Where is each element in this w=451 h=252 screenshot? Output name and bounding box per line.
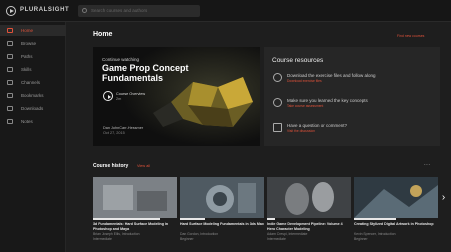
course-author: Brian Joseph Ellis, Introduction bbox=[93, 232, 140, 236]
sidebar-item-label: Paths bbox=[21, 54, 33, 59]
resource-link[interactable]: Download exercise files bbox=[287, 79, 322, 83]
sidebar-item-label: Channels bbox=[21, 80, 41, 85]
sidebar-item-downloads[interactable]: Downloads bbox=[0, 103, 66, 114]
course-level: Beginner bbox=[180, 237, 194, 241]
sidebar-item-label: Browse bbox=[21, 41, 37, 46]
notes-icon bbox=[7, 119, 13, 124]
course-title: Hard Surface Modeling Fundamentals in 3d… bbox=[180, 222, 264, 226]
resource-text: Have a question or comment? bbox=[287, 123, 348, 128]
carousel-next-icon[interactable]: › bbox=[438, 190, 449, 205]
page-title: Home bbox=[93, 31, 113, 38]
resource-link[interactable]: Visit the discussion bbox=[287, 129, 315, 133]
course-thumbnail bbox=[93, 177, 177, 218]
course-title: Indie Game Development Pipeline: Volume … bbox=[267, 222, 343, 231]
course-level: Intermediate bbox=[93, 237, 112, 241]
course-title: 3d Fundamentals: Hard Surface Modeling i… bbox=[93, 222, 169, 231]
progress-bar bbox=[267, 218, 276, 220]
home-icon bbox=[7, 28, 13, 33]
sidebar-item-label: Notes bbox=[21, 119, 33, 124]
sidebar-item-bookmarks[interactable]: Bookmarks bbox=[0, 90, 66, 101]
brand-name[interactable]: PLURALSIGHT bbox=[20, 7, 69, 13]
sidebar-item-browse[interactable]: Browse bbox=[0, 38, 66, 49]
course-card[interactable]: Creating Stylized Digital Artwork in Pho… bbox=[354, 177, 438, 247]
course-level: Intermediate bbox=[267, 237, 286, 241]
pluralsight-logo-icon[interactable] bbox=[6, 6, 16, 16]
progress-bar bbox=[354, 218, 396, 220]
course-history-title: Course history bbox=[93, 163, 129, 169]
sidebar-item-label: Downloads bbox=[21, 106, 44, 111]
sidebar-item-notes[interactable]: Notes bbox=[0, 116, 66, 127]
browse-icon bbox=[7, 41, 13, 46]
download-icon bbox=[7, 106, 13, 111]
check-circle-icon bbox=[273, 98, 282, 107]
sidebar: Home Browse Paths Skills Channels Bookma… bbox=[0, 22, 66, 252]
search-placeholder: Search courses and authors bbox=[91, 8, 148, 13]
course-author: Adam Crespi, Intermediate bbox=[267, 232, 308, 236]
resource-item[interactable]: Have a question or comment? Visit the di… bbox=[270, 121, 434, 141]
sidebar-item-home[interactable]: Home bbox=[0, 25, 66, 36]
sidebar-item-label: Bookmarks bbox=[21, 93, 44, 98]
channels-icon bbox=[7, 80, 13, 85]
find-courses-link[interactable]: Find new courses bbox=[397, 34, 424, 38]
comment-icon bbox=[273, 123, 282, 132]
course-card[interactable]: Indie Game Development Pipeline: Volume … bbox=[267, 177, 351, 247]
hero-date: Oct 27, 2015 bbox=[103, 131, 125, 135]
sidebar-item-paths[interactable]: Paths bbox=[0, 51, 66, 62]
hero-course-title: Game Prop Concept Fundamentals bbox=[102, 63, 189, 83]
course-title: Creating Stylized Digital Artwork in Pho… bbox=[354, 222, 434, 226]
top-bar: PLURALSIGHT Search courses and authors bbox=[0, 0, 451, 22]
progress-bar bbox=[93, 218, 161, 220]
resources-title: Course resources bbox=[272, 57, 324, 64]
play-icon[interactable] bbox=[103, 91, 113, 101]
more-options-icon[interactable]: ... bbox=[424, 161, 431, 167]
course-thumbnail bbox=[180, 177, 264, 218]
course-thumbnail bbox=[354, 177, 438, 218]
bookmark-icon bbox=[7, 93, 13, 98]
continue-watching-hero[interactable]: Continue watching Game Prop Concept Fund… bbox=[93, 47, 260, 146]
resource-item[interactable]: Make sure you learned the key concepts T… bbox=[270, 96, 434, 116]
hero-subtitle: Continue watching bbox=[102, 57, 140, 62]
sidebar-item-label: Home bbox=[21, 28, 34, 33]
search-icon bbox=[82, 8, 87, 13]
hero-module-length: 2m bbox=[116, 97, 122, 101]
sidebar-item-skills[interactable]: Skills bbox=[0, 64, 66, 75]
progress-bar bbox=[180, 218, 206, 220]
course-card[interactable]: 3d Fundamentals: Hard Surface Modeling i… bbox=[93, 177, 177, 247]
hero-module-name: Course Overview bbox=[116, 92, 146, 96]
resource-text: Download the exercise files and follow a… bbox=[287, 73, 376, 78]
course-thumbnail bbox=[267, 177, 351, 218]
course-level: Beginner bbox=[354, 237, 368, 241]
skills-icon bbox=[7, 67, 13, 72]
course-card[interactable]: Hard Surface Modeling Fundamentals in 3d… bbox=[180, 177, 264, 247]
paths-icon bbox=[7, 54, 13, 59]
sidebar-item-label: Skills bbox=[21, 67, 32, 72]
course-author: Dan Gordon, Introduction bbox=[180, 232, 219, 236]
resource-link[interactable]: Take course assessment bbox=[287, 104, 323, 108]
view-all-link[interactable]: View all bbox=[137, 164, 150, 168]
resource-item[interactable]: Download the exercise files and follow a… bbox=[270, 71, 434, 91]
sidebar-item-channels[interactable]: Channels bbox=[0, 77, 66, 88]
search-input[interactable]: Search courses and authors bbox=[78, 5, 200, 17]
download-icon bbox=[273, 73, 282, 82]
course-author: Kevin Spencer, Introduction bbox=[354, 232, 396, 236]
hero-author: Dan JohnCarr-Hessmer bbox=[103, 126, 144, 130]
resource-text: Make sure you learned the key concepts bbox=[287, 98, 368, 103]
course-resources-panel: Course resources Download the exercise f… bbox=[264, 47, 440, 146]
